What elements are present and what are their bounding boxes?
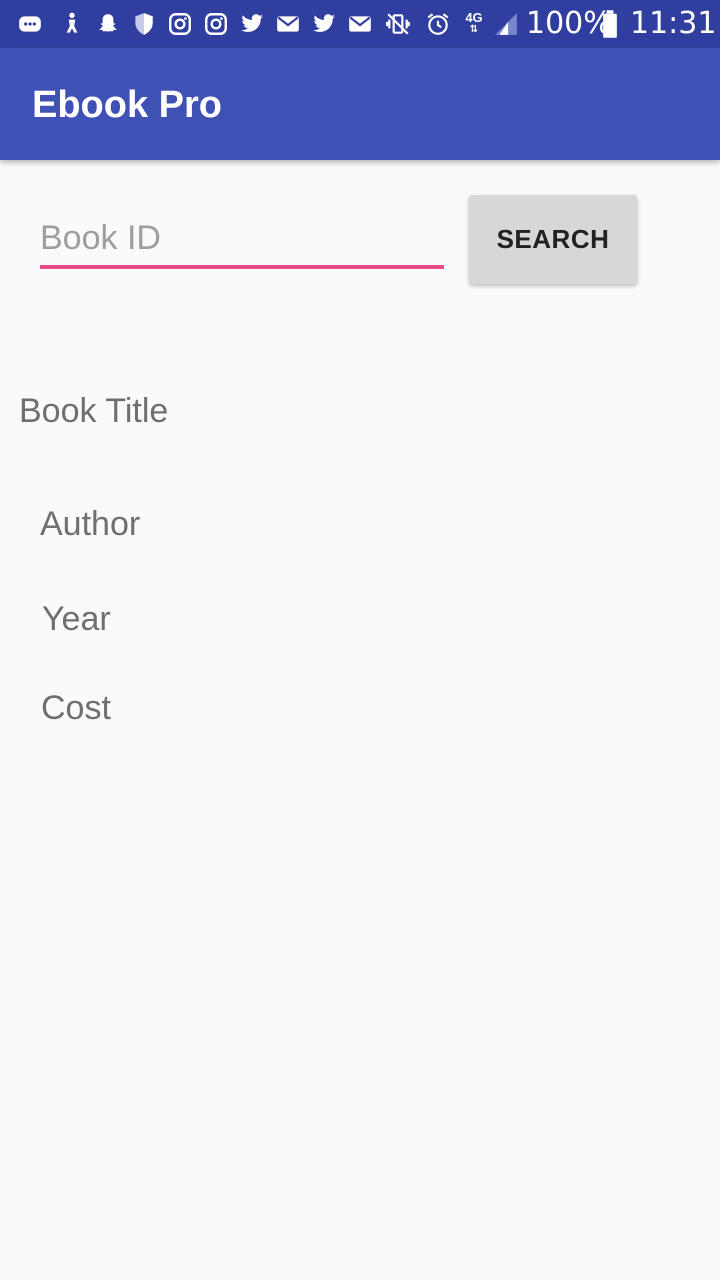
book-title-text: Book Title: [19, 392, 169, 430]
search-button[interactable]: SEARCH: [469, 195, 637, 284]
twitter-icon: [238, 10, 266, 38]
instagram-icon: [166, 10, 194, 38]
battery-icon: [600, 10, 620, 38]
gmail-icon: [346, 10, 374, 38]
figure-icon: [58, 10, 86, 38]
instagram-icon: [202, 10, 230, 38]
twitter-icon: [310, 10, 338, 38]
year-text: Year: [42, 600, 111, 638]
app-bar: Ebook Pro: [0, 48, 720, 160]
vibrate-icon: [384, 10, 412, 38]
author-text: Author: [40, 505, 141, 543]
app-title: Ebook Pro: [32, 84, 223, 126]
cost-text: Cost: [41, 689, 111, 727]
gmail-icon: [274, 10, 302, 38]
book-id-input[interactable]: [40, 212, 444, 264]
snapchat-icon: [94, 10, 122, 38]
alarm-icon: [424, 10, 452, 38]
clock: 11:31: [630, 6, 717, 41]
shield-icon: [130, 10, 158, 38]
battery-percent: 100%: [526, 6, 612, 41]
signal-icon: [492, 10, 520, 38]
message-icon: [16, 10, 44, 38]
input-underline: [40, 265, 444, 269]
status-bar: 4G ⇅ 100% 11:31: [0, 0, 720, 48]
book-id-field[interactable]: [40, 212, 444, 270]
network-type-icon: 4G ⇅: [465, 10, 483, 35]
